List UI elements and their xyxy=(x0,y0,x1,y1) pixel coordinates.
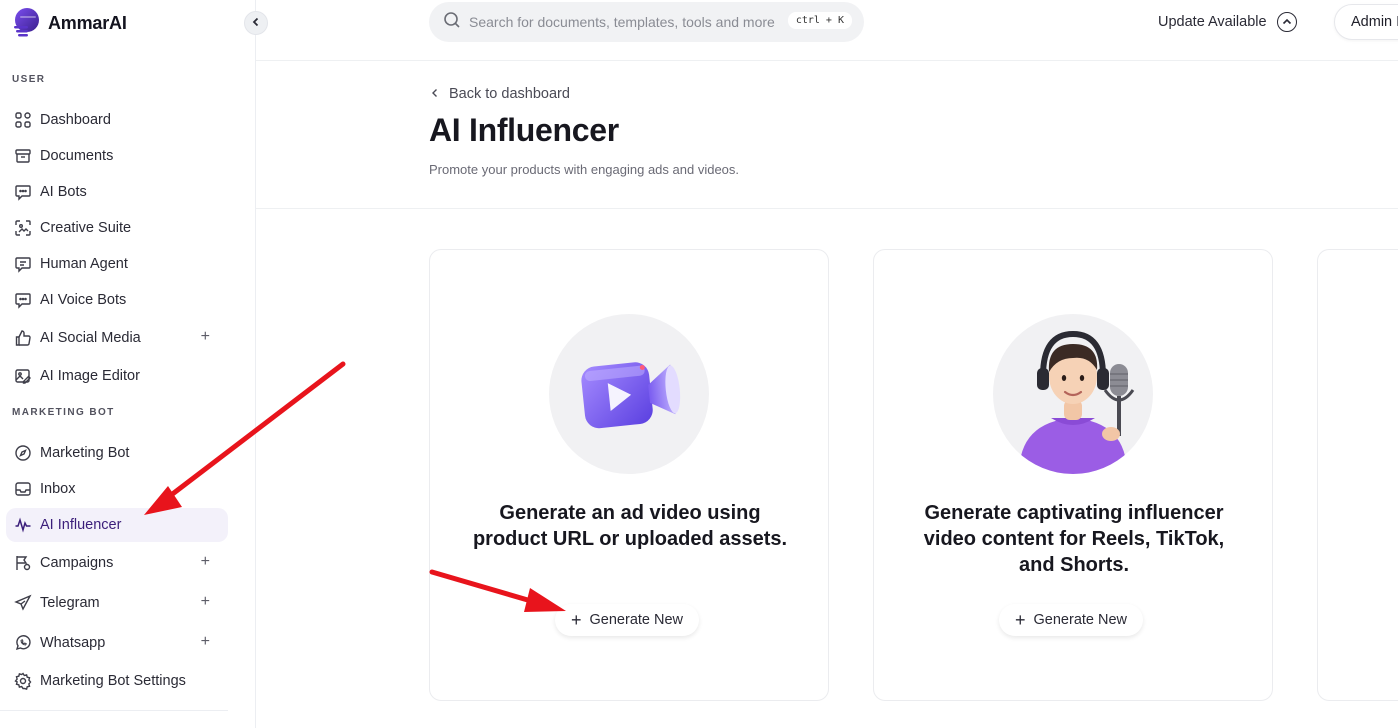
video-camera-icon xyxy=(581,362,681,429)
sidebar-item-ai-image-editor[interactable]: AI Image Editor xyxy=(6,359,228,393)
sidebar-item-label: AI Voice Bots xyxy=(40,292,127,308)
card-title: Generate captivating influencer video co… xyxy=(923,502,1225,576)
archive-icon xyxy=(12,145,34,167)
sidebar-item-human-agent[interactable]: Human Agent xyxy=(6,247,228,281)
user-name: Admin I xyxy=(1351,14,1398,30)
sidebar-item-ai-influencer[interactable]: AI Influencer xyxy=(6,508,228,542)
campaign-icon xyxy=(12,552,34,574)
chevron-left-icon xyxy=(431,86,439,102)
sidebar-item-label: Documents xyxy=(40,148,114,164)
sidebar-item-telegram[interactable]: Telegram + xyxy=(6,586,228,620)
page-subtitle: Promote your products with engaging ads … xyxy=(429,162,740,177)
button-label: Generate New xyxy=(1033,612,1128,628)
search-input[interactable] xyxy=(469,14,789,30)
card-illustration xyxy=(549,314,709,474)
app-logo[interactable]: AmmarAI xyxy=(10,6,127,40)
user-menu-button[interactable]: Admin I xyxy=(1334,4,1398,40)
chat-bot-icon xyxy=(12,289,34,311)
expand-plus-icon[interactable]: + xyxy=(201,328,210,346)
sidebar-item-dashboard[interactable]: Dashboard xyxy=(6,103,228,137)
sidebar: AmmarAI USER Dashboard Documents AI Bots… xyxy=(0,0,256,728)
page-title: AI Influencer xyxy=(429,112,619,148)
section-label-marketing-bot: MARKETING BOT xyxy=(12,407,115,418)
sidebar-item-campaigns[interactable]: Campaigns + xyxy=(6,546,228,580)
generate-new-button[interactable]: + Generate New xyxy=(999,604,1144,636)
send-icon xyxy=(12,592,34,614)
sidebar-divider xyxy=(0,710,228,711)
sidebar-item-label: AI Influencer xyxy=(40,517,122,533)
chevron-up-circle-icon xyxy=(1276,12,1297,32)
card-illustration xyxy=(993,314,1153,474)
section-label-user: USER xyxy=(12,74,46,85)
sidebar-item-marketing-bot[interactable]: Marketing Bot xyxy=(6,436,228,470)
image-frame-icon xyxy=(12,217,34,239)
sidebar-item-label: AI Bots xyxy=(40,184,87,200)
compass-icon xyxy=(12,442,34,464)
sidebar-item-whatsapp[interactable]: Whatsapp + xyxy=(6,626,228,660)
sidebar-item-label: Telegram xyxy=(40,595,100,611)
back-to-dashboard-link[interactable]: Back to dashboard xyxy=(431,86,570,102)
plus-icon: + xyxy=(1015,610,1026,630)
update-available-button[interactable]: Update Available xyxy=(1158,12,1297,32)
influencer-video-card[interactable]: Generate captivating influencer video co… xyxy=(873,249,1273,701)
expand-plus-icon[interactable]: + xyxy=(201,553,210,571)
sidebar-item-label: Marketing Bot xyxy=(40,445,130,461)
sidebar-item-label: Inbox xyxy=(40,481,76,497)
sidebar-item-ai-social-media[interactable]: AI Social Media + xyxy=(6,321,228,355)
thumbs-up-icon xyxy=(12,327,34,349)
sidebar-item-label: Marketing Bot Settings xyxy=(40,673,186,689)
sidebar-item-ai-voice-bots[interactable]: AI Voice Bots xyxy=(6,283,228,317)
chevron-left-icon xyxy=(251,14,261,32)
image-edit-icon xyxy=(12,365,34,387)
sidebar-collapse-button[interactable] xyxy=(244,11,268,35)
plus-icon: + xyxy=(571,610,582,630)
search-bar[interactable]: ctrl + K xyxy=(429,2,864,42)
sidebar-item-ai-bots[interactable]: AI Bots xyxy=(6,175,228,209)
expand-plus-icon[interactable]: + xyxy=(201,633,210,651)
ad-video-card[interactable]: Generate an ad video using product URL o… xyxy=(429,249,829,701)
sidebar-item-creative-suite[interactable]: Creative Suite xyxy=(6,211,228,245)
sidebar-item-marketing-bot-settings[interactable]: Marketing Bot Settings xyxy=(6,664,228,698)
generate-new-button[interactable]: + Generate New xyxy=(555,604,700,636)
third-card[interactable] xyxy=(1317,249,1398,701)
whatsapp-icon xyxy=(12,632,34,654)
gear-icon xyxy=(12,670,34,692)
chat-bot-icon xyxy=(12,181,34,203)
logo-icon xyxy=(14,8,39,37)
sidebar-item-label: AI Image Editor xyxy=(40,368,140,384)
app-name: AmmarAI xyxy=(48,12,127,33)
update-label: Update Available xyxy=(1158,14,1267,30)
shortcut-hint: ctrl + K xyxy=(787,12,852,29)
back-label: Back to dashboard xyxy=(449,86,570,102)
sidebar-item-documents[interactable]: Documents xyxy=(6,139,228,173)
topbar-divider xyxy=(256,60,1398,61)
search-icon xyxy=(443,11,461,34)
grid-icon xyxy=(12,109,34,131)
chat-icon xyxy=(12,253,34,275)
podcaster-icon xyxy=(1019,330,1135,474)
sidebar-item-label: Human Agent xyxy=(40,256,128,272)
sidebar-item-label: Creative Suite xyxy=(40,220,132,236)
card-title: Generate an ad video using product URL o… xyxy=(472,502,788,550)
button-label: Generate New xyxy=(589,612,684,628)
sidebar-item-label: AI Social Media xyxy=(40,330,141,346)
sidebar-item-label: Dashboard xyxy=(40,112,111,128)
inbox-icon xyxy=(12,478,34,500)
header-divider xyxy=(256,208,1398,209)
wave-icon xyxy=(12,514,34,536)
sidebar-item-label: Campaigns xyxy=(40,555,114,571)
expand-plus-icon[interactable]: + xyxy=(201,593,210,611)
sidebar-item-label: Whatsapp xyxy=(40,635,106,651)
sidebar-item-inbox[interactable]: Inbox xyxy=(6,472,228,506)
